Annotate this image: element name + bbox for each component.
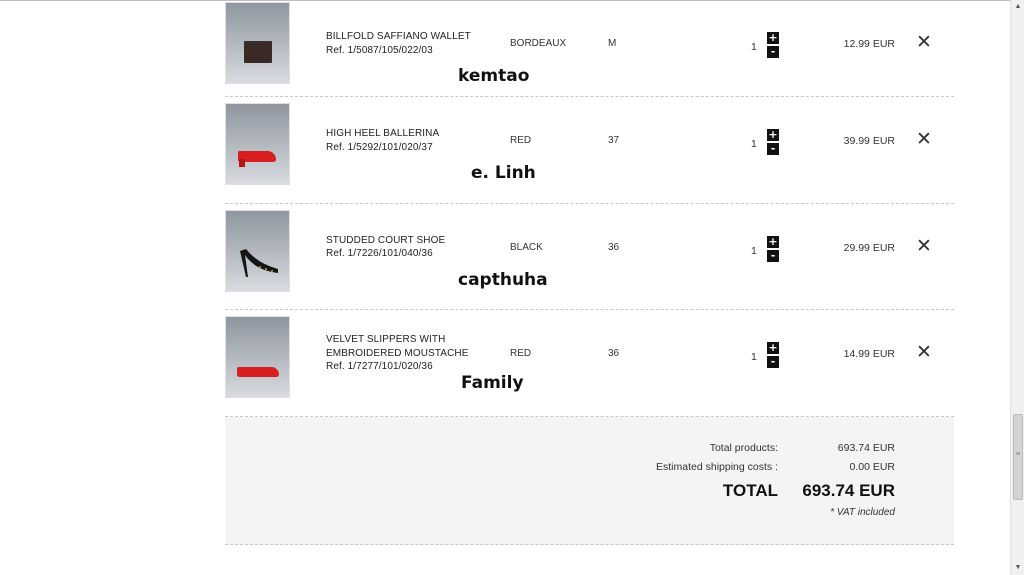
wallet-image xyxy=(244,41,272,63)
vat-note: * VAT included xyxy=(830,507,895,518)
increase-quantity-button[interactable]: + xyxy=(767,32,779,44)
decrease-quantity-button[interactable]: - xyxy=(767,143,779,155)
product-price: 12.99 EUR xyxy=(843,38,895,50)
total-products-label: Total products: xyxy=(709,442,778,454)
decrease-quantity-button[interactable]: - xyxy=(767,356,779,368)
product-size: M xyxy=(608,38,617,49)
slipper-image xyxy=(237,367,279,377)
increase-quantity-button[interactable]: + xyxy=(767,235,779,248)
product-ref: Ref. 1/5087/105/022/03 xyxy=(326,44,433,56)
product-name-line: STUDDED COURT SHOE xyxy=(326,234,446,246)
decrease-quantity-button[interactable]: - xyxy=(767,249,779,262)
quantity-value: 1 xyxy=(751,41,757,53)
product-thumbnail-ballerina[interactable] xyxy=(225,103,290,185)
scrollbar-thumb[interactable]: ≡ xyxy=(1013,414,1023,500)
watermark-text: capthuha xyxy=(458,269,548,290)
increase-quantity-button[interactable]: + xyxy=(767,342,779,354)
product-name-line: BILLFOLD SAFFIANO WALLET xyxy=(326,31,471,42)
product-color: RED xyxy=(510,348,532,359)
product-ref: Ref. 1/5292/101/020/37 xyxy=(326,141,433,153)
quantity-value: 1 xyxy=(751,351,757,363)
cart-row: STUDDED COURT SHOE Ref. 1/7226/101/040/3… xyxy=(225,204,954,310)
cart-row: BILLFOLD SAFFIANO WALLET Ref. 1/5087/105… xyxy=(225,0,954,97)
quantity-value: 1 xyxy=(751,244,757,257)
grip-icon: ≡ xyxy=(1015,451,1021,458)
product-thumbnail-court-shoe[interactable] xyxy=(225,209,290,292)
decrease-quantity-button[interactable]: - xyxy=(767,46,779,58)
watermark-text: Family xyxy=(461,373,524,393)
product-price: 14.99 EUR xyxy=(843,348,895,360)
total-products-value: 693.74 EUR xyxy=(837,442,895,454)
shipping-costs-value: 0.00 EUR xyxy=(849,461,895,473)
remove-item-icon[interactable]: ✕ xyxy=(916,130,932,149)
quantity-stepper: + - xyxy=(767,235,779,264)
product-color: BORDEAUX xyxy=(510,38,567,49)
product-size: 37 xyxy=(608,135,620,146)
product-thumbnail-wallet[interactable] xyxy=(225,2,290,84)
scroll-up-arrow-icon[interactable]: ▲ xyxy=(1011,0,1024,14)
product-name[interactable]: STUDDED COURT SHOE Ref. 1/7226/101/040/3… xyxy=(326,234,445,261)
remove-item-icon[interactable]: ✕ xyxy=(916,33,932,52)
total-label: TOTAL xyxy=(722,481,778,500)
product-size: 36 xyxy=(608,348,620,359)
product-color: RED xyxy=(510,135,532,146)
product-name-line: EMBROIDERED MOUSTACHE xyxy=(326,347,469,359)
court-shoe-image xyxy=(240,248,278,277)
cart-row: VELVET SLIPPERS WITH EMBROIDERED MOUSTAC… xyxy=(225,310,954,417)
product-name-line: VELVET SLIPPERS WITH xyxy=(326,334,446,345)
product-price: 29.99 EUR xyxy=(843,241,895,254)
remove-item-icon[interactable]: ✕ xyxy=(916,343,932,362)
remove-item-icon[interactable]: ✕ xyxy=(916,236,932,256)
product-name-line: HIGH HEEL BALLERINA xyxy=(326,128,440,139)
increase-quantity-button[interactable]: + xyxy=(767,129,779,141)
product-ref: Ref. 1/7277/101/020/36 xyxy=(326,361,433,372)
cart-row: HIGH HEEL BALLERINA Ref. 1/5292/101/020/… xyxy=(225,97,954,204)
product-name[interactable]: HIGH HEEL BALLERINA Ref. 1/5292/101/020/… xyxy=(326,127,439,154)
product-price: 39.99 EUR xyxy=(843,135,895,147)
product-size: 36 xyxy=(608,241,620,253)
watermark-text: e. Linh xyxy=(471,163,536,183)
ballerina-heel-image xyxy=(239,159,245,167)
vertical-scrollbar[interactable]: ▲ ≡ ▼ xyxy=(1010,0,1024,575)
scroll-down-arrow-icon[interactable]: ▼ xyxy=(1011,561,1024,575)
cart-list: BILLFOLD SAFFIANO WALLET Ref. 1/5087/105… xyxy=(225,0,954,417)
shipping-costs-label: Estimated shipping costs : xyxy=(656,461,778,473)
product-name[interactable]: VELVET SLIPPERS WITH EMBROIDERED MOUSTAC… xyxy=(326,333,468,374)
watermark-text: kemtao xyxy=(458,66,530,86)
product-name[interactable]: BILLFOLD SAFFIANO WALLET Ref. 1/5087/105… xyxy=(326,30,471,57)
quantity-value: 1 xyxy=(751,138,757,150)
quantity-stepper: + - xyxy=(767,32,779,60)
product-thumbnail-slippers[interactable] xyxy=(225,316,290,398)
product-color: BLACK xyxy=(510,241,543,253)
total-value: 693.74 EUR xyxy=(802,481,895,500)
quantity-stepper: + - xyxy=(767,342,779,370)
quantity-stepper: + - xyxy=(767,129,779,157)
order-summary: Total products: 693.74 EUR Estimated shi… xyxy=(225,417,954,545)
product-ref: Ref. 1/7226/101/040/36 xyxy=(326,248,433,259)
